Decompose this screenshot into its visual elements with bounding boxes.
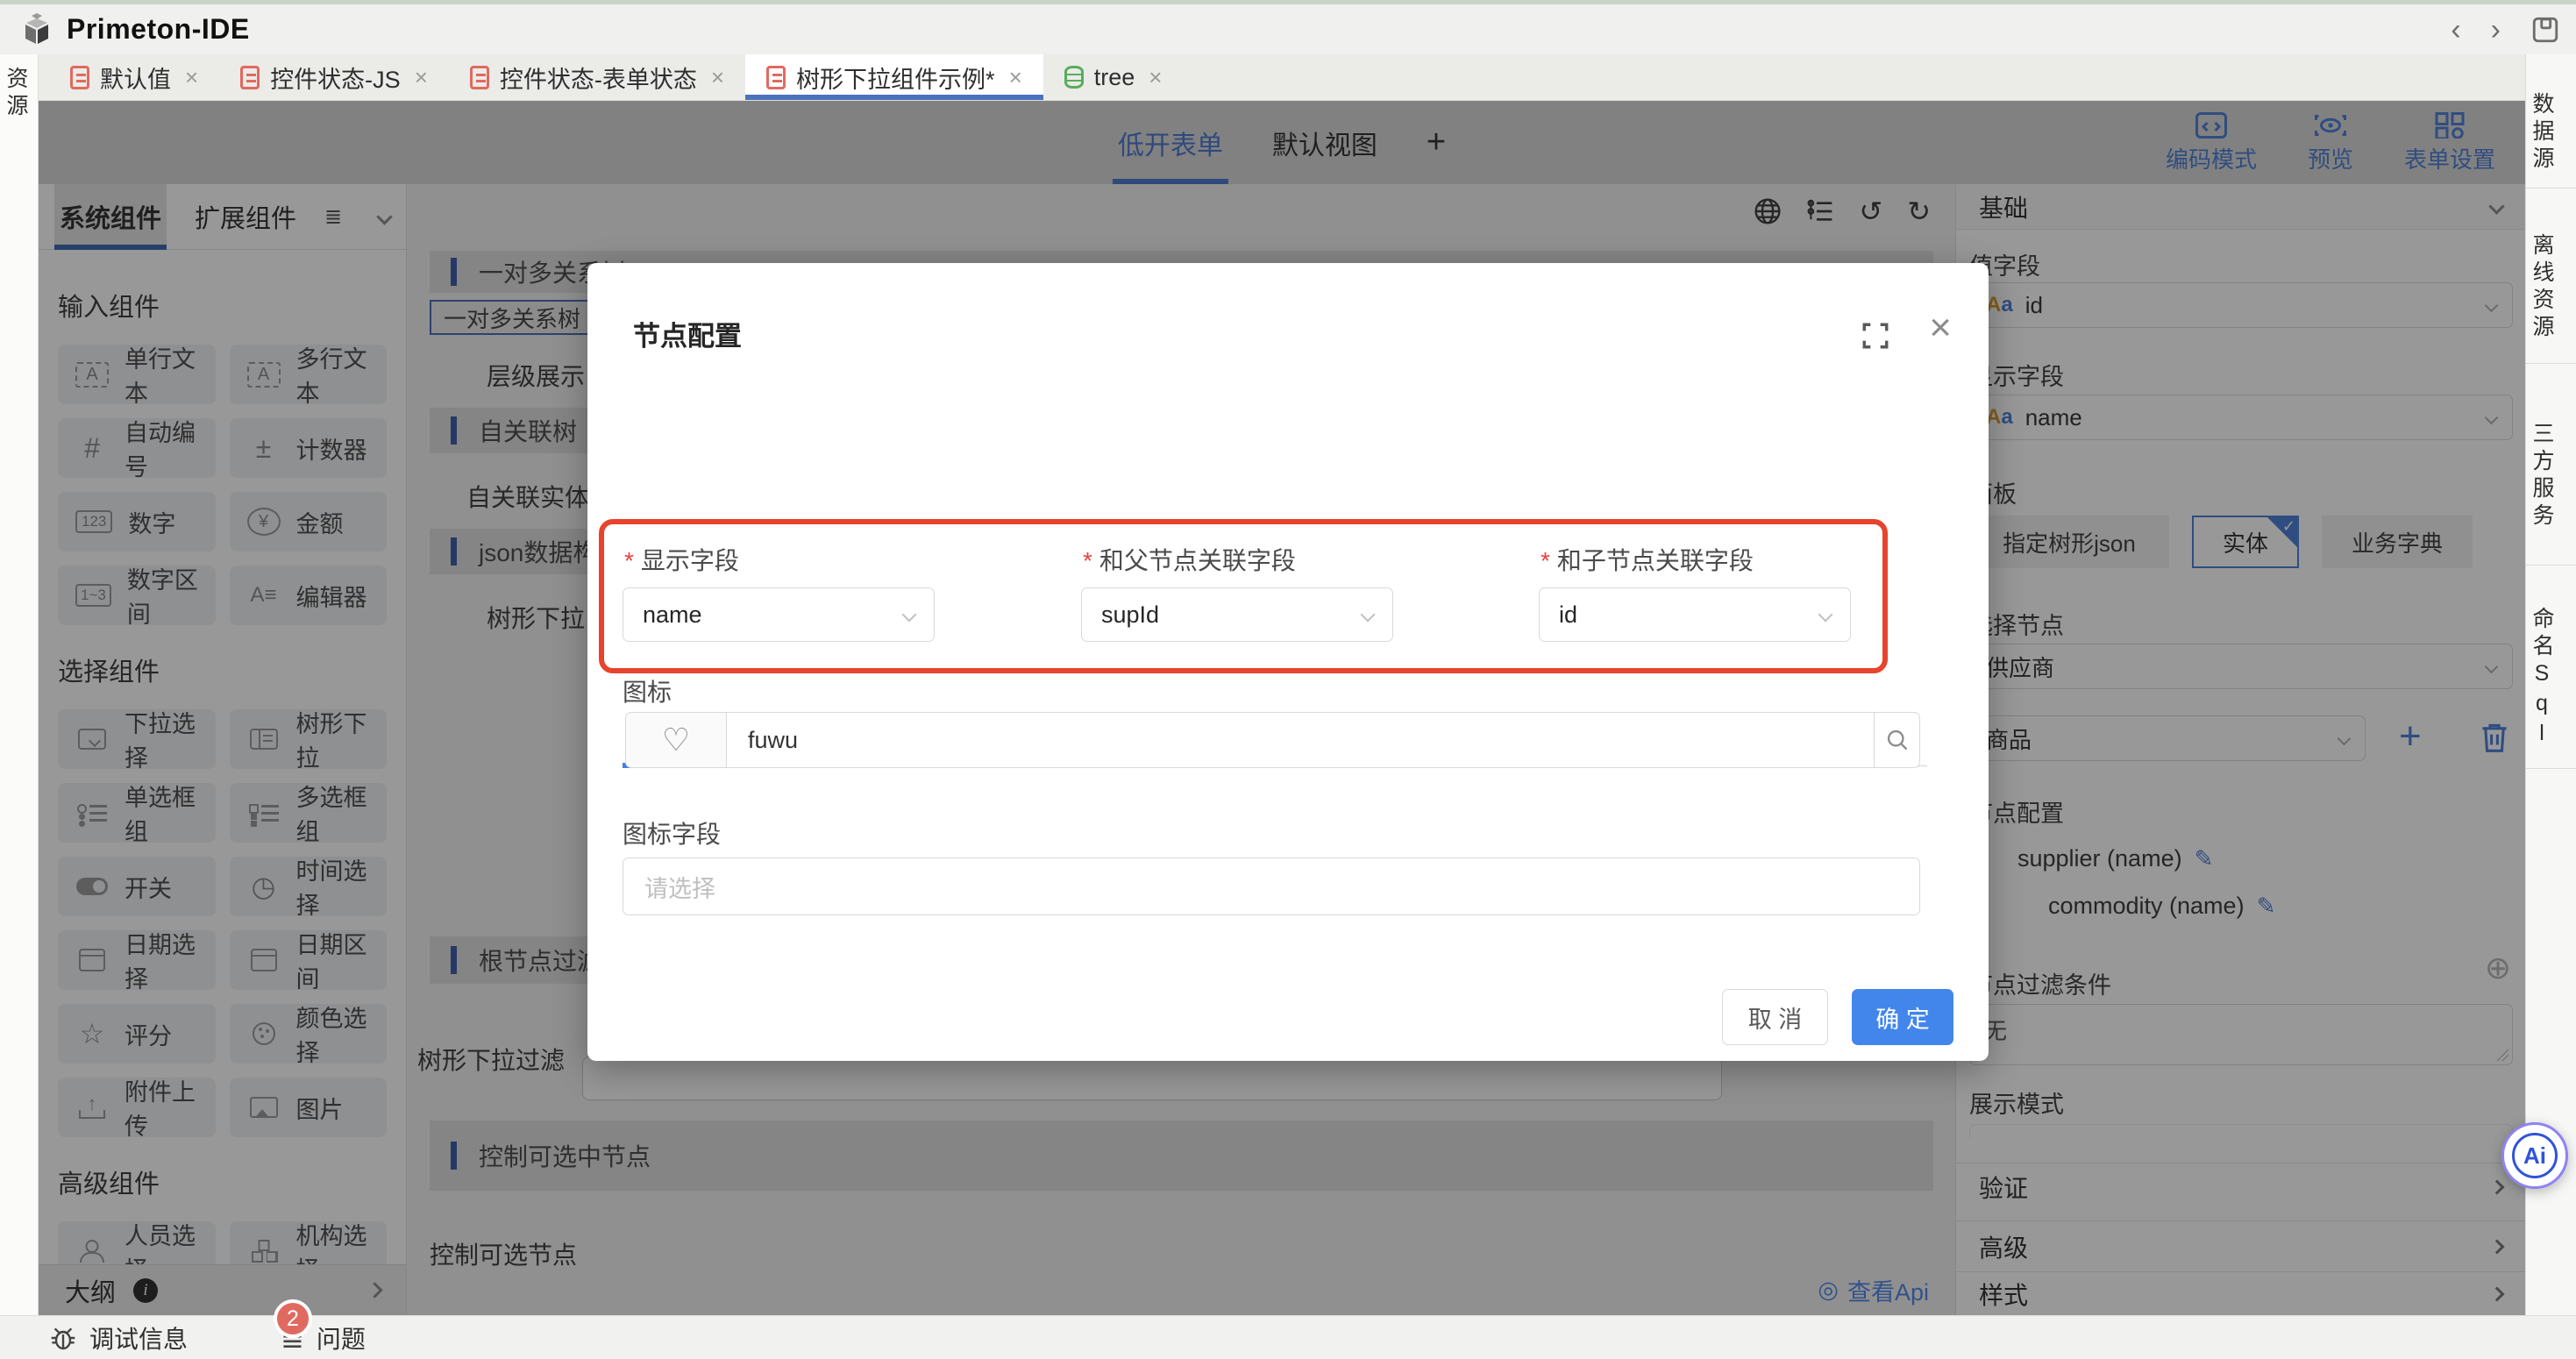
nav-forward-icon[interactable]: › [2491, 15, 2501, 45]
close-icon[interactable]: × [1929, 309, 1952, 347]
close-tab-icon[interactable]: × [185, 64, 198, 91]
close-tab-icon[interactable]: × [711, 64, 724, 91]
chevron-down-icon [902, 608, 917, 623]
document-tabbar: 默认值 × 控件状态-JS × 控件状态-表单状态 × 树形下拉组件示例* × … [39, 54, 2525, 101]
child-node-field-select[interactable]: id [1539, 587, 1851, 642]
ai-assistant-button[interactable]: Ai [2501, 1122, 2568, 1189]
node-config-modal: 节点配置 × 基础配置 菜单配置 显示字段 和父节点关联字段 和子节点关联字段 … [587, 263, 1989, 1061]
tab-widget-state-form[interactable]: 控件状态-表单状态 × [449, 54, 745, 100]
chevron-down-icon [1818, 608, 1833, 623]
bug-icon [49, 1324, 77, 1352]
fullscreen-icon[interactable] [1861, 321, 1890, 351]
primeton-ide-window: Primeton-IDE ‹ › 默认值 × 控件状态-JS × 控件状态-表单… [0, 0, 2576, 1359]
form-doc-icon [70, 66, 89, 89]
close-tab-icon[interactable]: × [1149, 64, 1162, 91]
chevron-down-icon [1361, 608, 1376, 623]
search-icon [1885, 728, 1910, 752]
icon-field-label: 图标 [623, 673, 672, 708]
icon-name-field-label: 图标字段 [623, 815, 721, 850]
parent-node-field-label: 和父节点关联字段 [1083, 542, 1296, 577]
rail-item-third-party-services[interactable]: 三方服务 [2526, 364, 2576, 566]
close-tab-icon[interactable]: × [1009, 64, 1022, 91]
primeton-logo-icon [19, 12, 54, 47]
form-doc-icon [766, 66, 786, 89]
heart-icon: ♡ [662, 722, 690, 758]
icon-search-button[interactable] [1875, 712, 1920, 768]
tab-tree[interactable]: tree × [1043, 54, 1184, 100]
tab-default-value[interactable]: 默认值 × [49, 54, 219, 100]
icon-name-input[interactable]: fuwu [727, 712, 1875, 768]
app-title: Primeton-IDE [67, 13, 250, 46]
cancel-button[interactable]: 取 消 [1722, 989, 1828, 1045]
left-rail: 资源 [0, 54, 39, 1315]
rail-item-resources[interactable]: 资源 [0, 67, 38, 121]
form-doc-icon [470, 66, 489, 89]
confirm-button[interactable]: 确 定 [1852, 989, 1953, 1045]
parent-node-field-select[interactable]: supId [1081, 587, 1393, 642]
issue-count-badge: 2 [274, 1299, 312, 1338]
tab-tree-dropdown-example[interactable]: 树形下拉组件示例* × [745, 54, 1043, 100]
form-doc-icon [240, 66, 260, 89]
save-icon[interactable] [2530, 15, 2560, 45]
rail-item-named-sql[interactable]: 命名Sql [2526, 566, 2576, 769]
icon-preview-addon[interactable]: ♡ [625, 712, 727, 768]
nav-back-icon[interactable]: ‹ [2451, 15, 2460, 45]
title-bar: Primeton-IDE ‹ › [0, 4, 2576, 54]
rail-item-datasource[interactable]: 数据源 [2526, 54, 2576, 189]
icon-field-select[interactable]: 请选择 [623, 857, 1920, 915]
display-field-label: 显示字段 [624, 542, 739, 577]
database-icon [1064, 66, 1084, 89]
child-node-field-label: 和子节点关联字段 [1541, 542, 1754, 577]
rail-item-offline-resources[interactable]: 离线资源 [2526, 189, 2576, 364]
close-tab-icon[interactable]: × [415, 64, 428, 91]
ai-logo: Ai [2512, 1133, 2558, 1178]
debug-info-button[interactable]: 调试信息 [49, 1320, 188, 1355]
display-field-select[interactable]: name [623, 587, 935, 642]
modal-title: 节点配置 [633, 314, 742, 353]
tab-widget-state-js[interactable]: 控件状态-JS × [219, 54, 449, 100]
icon-input-group: ♡ fuwu [625, 712, 1920, 768]
status-bar: 调试信息 ≣ 问题 [0, 1315, 2576, 1359]
